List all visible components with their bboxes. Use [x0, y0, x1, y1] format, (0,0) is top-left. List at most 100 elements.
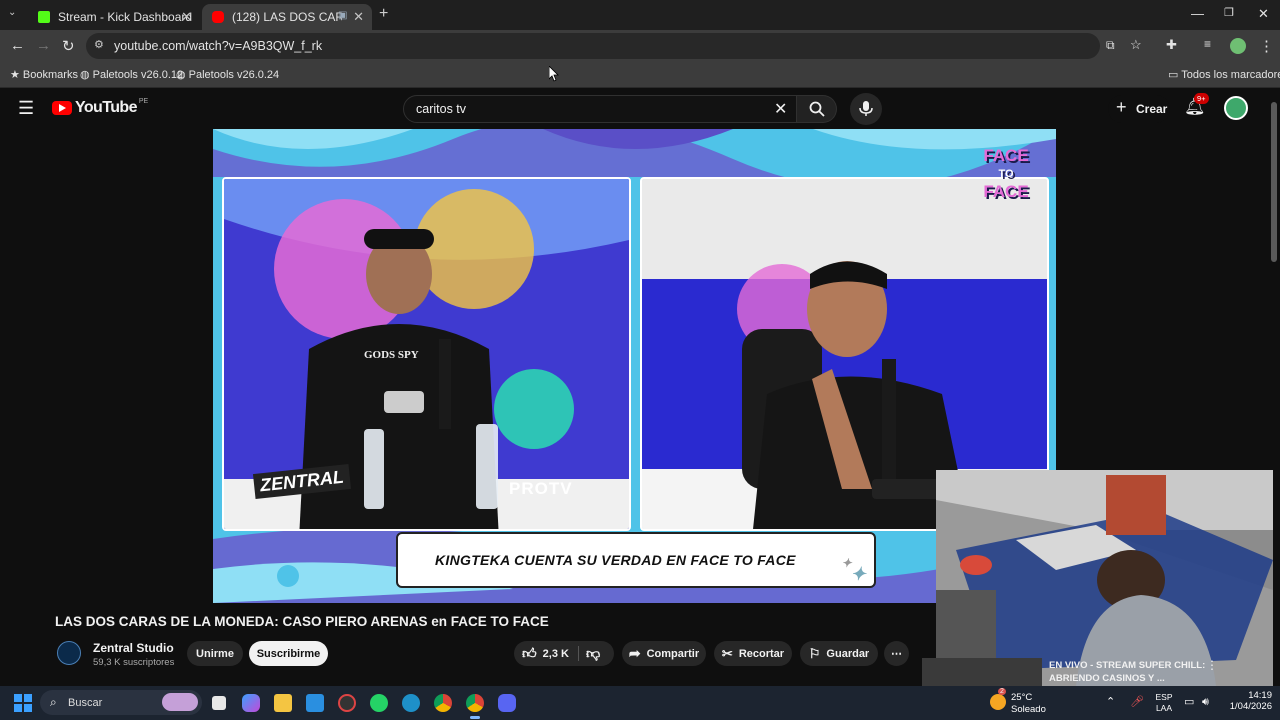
youtube-logo-text: YouTube [75, 99, 137, 116]
install-app-icon[interactable]: ⧉ [1106, 38, 1115, 53]
bookmarks-bar: ★ Bookmarks ◍ Paletools v26.0.12 ◍ Palet… [0, 62, 1280, 88]
new-tab-icon[interactable]: + [379, 5, 388, 23]
dislike-button[interactable]: 👎︎ [586, 645, 600, 662]
extensions-icon[interactable]: ✚ [1166, 37, 1177, 53]
subscribe-button[interactable]: Suscribirme [249, 641, 328, 666]
file-explorer-icon[interactable] [274, 694, 292, 712]
clear-search-icon[interactable]: ✕ [774, 99, 787, 119]
scissors-icon: ✂ [721, 645, 733, 661]
windows-start-icon[interactable] [14, 694, 32, 712]
youtube-favicon-icon [212, 11, 224, 23]
channel-name[interactable]: Zentral Studio [93, 641, 174, 655]
webcam-overlay [936, 470, 1273, 686]
forward-icon[interactable]: → [36, 37, 51, 54]
logo-word-bottom: FACE [983, 182, 1029, 201]
show-hidden-icons[interactable]: ⌃ [1106, 697, 1115, 708]
microsoft-store-icon[interactable] [306, 694, 324, 712]
bookmark-bookmarks[interactable]: ★ Bookmarks [10, 68, 78, 81]
clock[interactable]: 14:19 1/04/2026 [1222, 690, 1272, 712]
youtube-header: ☰ YouTube PE caritos tv ✕ + Crear 🔔︎ 9+ [0, 88, 1280, 128]
account-avatar[interactable] [1224, 96, 1248, 120]
url-text: youtube.com/watch?v=A9B3QW_f_rk [114, 39, 323, 53]
language-indicator[interactable]: ESP LAA [1152, 692, 1176, 714]
search-button[interactable] [797, 95, 837, 123]
voice-search-button[interactable] [850, 93, 882, 125]
chrome-menu-icon[interactable]: ⋮ [1259, 37, 1274, 55]
bookmark-label: Paletools v26.0.12 [92, 69, 184, 81]
notifications-badge: 9+ [1194, 93, 1209, 104]
profile-avatar[interactable] [1230, 38, 1246, 54]
scrollbar-thumb[interactable] [1271, 102, 1277, 262]
webcam-feed-image [936, 470, 1273, 686]
share-button[interactable]: ➦ Compartir [622, 641, 706, 666]
weather-widget[interactable]: 2 25°C Soleado [990, 688, 1060, 716]
share-label: Compartir [646, 647, 700, 660]
weather-sun-icon [990, 694, 1006, 710]
bookmark-paletools-1[interactable]: ◍ Paletools v26.0.12 [80, 68, 183, 81]
youtube-play-icon [52, 101, 72, 115]
create-button[interactable]: + Crear [1108, 95, 1170, 123]
sparkle-icon: ✦ [850, 564, 866, 584]
maximize-icon[interactable]: ❐ [1224, 6, 1234, 19]
tab-media-icon[interactable]: ▣ [338, 10, 347, 21]
edge-icon[interactable] [402, 694, 420, 712]
taskbar-search-placeholder: Buscar [68, 697, 103, 709]
microphone-icon [859, 101, 873, 116]
close-tab-icon[interactable]: ✕ [181, 9, 192, 25]
volume-icon[interactable]: 🔊︎ [1202, 697, 1209, 708]
back-icon[interactable]: ← [10, 37, 25, 54]
bookmark-label: Paletools v26.0.24 [188, 69, 280, 81]
bookmark-paletools-2[interactable]: ◍ Paletools v26.0.24 [176, 68, 279, 81]
chrome-icon[interactable] [434, 694, 452, 712]
bookmark-label: Bookmarks [22, 69, 78, 81]
tab-kick-dashboard[interactable]: Stream - Kick Dashboard ✕ [28, 4, 200, 30]
tab-youtube-video[interactable]: (128) LAS DOS CARAS DE L ▣ ✕ [202, 4, 372, 30]
hamburger-menu-icon[interactable]: ☰ [18, 98, 34, 119]
bookmark-label: Todos los marcadores [1181, 69, 1280, 81]
region-code: PE [138, 97, 149, 105]
lang-top: ESP [1155, 692, 1173, 702]
search-box[interactable]: caritos tv ✕ [403, 95, 797, 123]
taskbar-search[interactable]: ⌕ Buscar [40, 690, 202, 715]
like-count: 2,3 K [542, 647, 569, 660]
site-info-icon[interactable]: ⚙ [94, 38, 104, 51]
like-button[interactable]: 👍︎ 2,3 K [522, 645, 569, 662]
clock-date: 1/04/2026 [1229, 701, 1272, 712]
lang-bottom: LAA [1155, 703, 1173, 713]
face-to-face-logo: FACE TO FACE [975, 147, 1037, 215]
reload-icon[interactable]: ↻ [62, 37, 75, 55]
like-dislike-group: 👍︎ 2,3 K 👎︎ [514, 641, 614, 666]
reading-list-icon[interactable]: ≡ [1204, 37, 1211, 51]
bookmark-star-icon[interactable]: ☆ [1130, 37, 1142, 53]
microphone-tray-icon[interactable]: 🎤︎ [1130, 697, 1144, 708]
join-button[interactable]: Unirme [187, 641, 243, 666]
search-input[interactable]: caritos tv [416, 102, 466, 116]
chrome-active-icon[interactable] [466, 694, 484, 712]
shirt-text: GODS SPY [364, 349, 419, 361]
youtube-logo[interactable]: YouTube PE [52, 97, 149, 117]
subscribe-label: Suscribirme [256, 647, 321, 660]
clip-button[interactable]: ✂ Recortar [714, 641, 792, 666]
copilot-icon[interactable] [242, 694, 260, 712]
close-window-icon[interactable]: ✕ [1258, 6, 1269, 22]
side-video-item[interactable]: EN VIVO - STREAM SUPER CHILL: ABRIENDO C… [922, 656, 1222, 686]
address-bar[interactable]: ⚙ youtube.com/watch?v=A9B3QW_f_rk [86, 33, 1100, 59]
browser-toolbar: ← → ↻ ⚙ youtube.com/watch?v=A9B3QW_f_rk … [0, 30, 1280, 62]
tab-search-icon[interactable]: ⌄ [8, 7, 16, 18]
save-button[interactable]: ⚐ Guardar [800, 641, 878, 666]
whatsapp-icon[interactable] [370, 694, 388, 712]
task-view-icon[interactable] [212, 696, 226, 710]
all-bookmarks[interactable]: ▭ Todos los marcadores [1168, 68, 1280, 81]
channel-avatar[interactable] [57, 641, 81, 665]
plus-icon: + [1116, 97, 1127, 117]
logo-word-top: FACE [983, 146, 1029, 165]
minimize-icon[interactable]: — [1191, 6, 1204, 21]
more-actions-button[interactable]: ⋯ [884, 641, 909, 666]
settings-app-icon[interactable] [338, 694, 356, 712]
network-icon[interactable]: ▭ [1184, 697, 1194, 708]
video-player[interactable]: GODS SPY ZENTRAL PROTV FACE TO FACE KING… [213, 129, 1056, 603]
side-video-menu-icon[interactable]: ⋮ [1206, 658, 1218, 672]
close-tab-icon[interactable]: ✕ [353, 9, 364, 25]
notifications-button[interactable]: 🔔︎ 9+ [1184, 93, 1209, 119]
discord-icon[interactable] [498, 694, 516, 712]
